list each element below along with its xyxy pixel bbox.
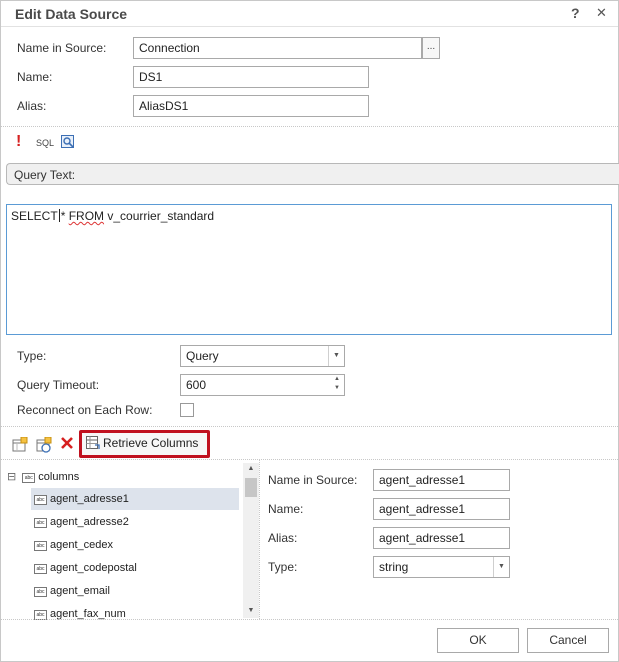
chevron-down-icon[interactable]: ▼ — [493, 557, 509, 577]
string-type-icon: abc — [34, 518, 47, 528]
type-select[interactable]: Query ▼ — [180, 345, 345, 367]
string-type-icon: abc — [22, 473, 36, 483]
alias-label: Alias: — [17, 99, 47, 113]
string-type-icon: abc — [34, 564, 47, 574]
run-icon[interactable]: ! — [16, 133, 21, 151]
tree-column-item[interactable]: abc agent_codepostal — [31, 557, 239, 579]
close-button[interactable]: ✕ — [596, 5, 607, 21]
divider — [1, 126, 618, 127]
chevron-down-icon[interactable]: ▼ — [328, 346, 344, 366]
tree-root[interactable]: ⊟ abc columns — [7, 466, 79, 488]
alias-field[interactable]: AliasDS1 — [133, 95, 369, 117]
query-text-header: Query Text: — [6, 163, 619, 185]
divider — [1, 459, 618, 460]
column-alias-field[interactable]: agent_adresse1 — [373, 527, 510, 549]
browse-source-button[interactable]: ... — [422, 37, 440, 59]
query-builder-icon[interactable] — [61, 135, 75, 149]
title-bar: Edit Data Source ? ✕ — [1, 1, 618, 27]
column-alias-label: Alias: — [268, 531, 298, 545]
retrieve-columns-icon — [86, 436, 100, 450]
ok-button[interactable]: OK — [437, 628, 519, 653]
divider — [1, 426, 618, 427]
name-label: Name: — [17, 70, 53, 84]
query-text-table: v_courrier_standard — [104, 209, 215, 223]
new-calculated-column-icon[interactable] — [36, 436, 52, 453]
name-in-source-field[interactable]: Connection — [133, 37, 422, 59]
string-type-icon: abc — [34, 587, 47, 597]
edit-data-source-dialog: Edit Data Source ? ✕ Name in Source: Con… — [0, 0, 619, 662]
tree-column-label: agent_adresse2 — [50, 516, 129, 528]
cancel-button[interactable]: Cancel — [527, 628, 609, 653]
new-column-icon[interactable] — [12, 436, 28, 453]
string-type-icon: abc — [34, 495, 47, 505]
type-label: Type: — [17, 349, 47, 363]
name-in-source-label: Name in Source: — [17, 41, 107, 55]
column-name-in-source-label: Name in Source: — [268, 473, 358, 487]
tree-column-item[interactable]: abc agent_fax_num — [31, 603, 239, 620]
column-name-in-source-field[interactable]: agent_adresse1 — [373, 469, 510, 491]
name-field[interactable]: DS1 — [133, 66, 369, 88]
tree-column-item[interactable]: abc agent_adresse1 — [31, 488, 239, 510]
tree-column-label: agent_adresse1 — [50, 493, 129, 505]
column-name-label: Name: — [268, 502, 304, 516]
tree-column-label: agent_cedex — [50, 539, 113, 551]
column-type-label: Type: — [268, 560, 298, 574]
divider — [1, 619, 618, 620]
column-type-value: string — [379, 560, 409, 574]
query-timeout-field[interactable]: 600 ▲ ▼ — [180, 374, 345, 396]
text-cursor — [58, 209, 60, 222]
tree-column-item[interactable]: abc agent_adresse2 — [31, 511, 239, 533]
column-name-field[interactable]: agent_adresse1 — [373, 498, 510, 520]
help-button[interactable]: ? — [571, 5, 580, 21]
type-select-value: Query — [186, 349, 219, 363]
query-text-select: SELECT — [11, 209, 58, 223]
query-text-from: FROM — [68, 209, 105, 223]
sql-icon[interactable]: SQL — [36, 138, 54, 148]
columns-tree: ⊟ abc columns abc agent_adresse1 abc agent_a… — [1, 463, 259, 620]
tree-column-item[interactable]: abc agent_cedex — [31, 534, 239, 556]
scroll-thumb[interactable] — [245, 478, 257, 497]
tree-column-label: agent_email — [50, 585, 110, 597]
delete-icon[interactable] — [60, 436, 74, 450]
tree-column-item[interactable]: abc agent_email — [31, 580, 239, 602]
tree-root-label: columns — [38, 471, 80, 483]
collapse-icon[interactable]: ⊟ — [7, 471, 16, 483]
column-type-select[interactable]: string ▼ — [373, 556, 510, 578]
tree-column-label: agent_codepostal — [50, 562, 137, 574]
string-type-icon: abc — [34, 541, 47, 551]
query-text-star: * — [60, 209, 69, 223]
retrieve-columns-button[interactable]: Retrieve Columns — [79, 430, 210, 458]
reconnect-label: Reconnect on Each Row: — [17, 403, 153, 417]
query-timeout-label: Query Timeout: — [17, 378, 100, 392]
panel-divider — [259, 459, 260, 619]
dialog-title: Edit Data Source — [15, 6, 128, 22]
retrieve-columns-label: Retrieve Columns — [103, 436, 199, 450]
spinner-arrows-icon[interactable]: ▲ ▼ — [330, 375, 344, 395]
scroll-up-icon[interactable]: ▲ — [243, 463, 259, 475]
query-timeout-value: 600 — [186, 378, 207, 392]
tree-scrollbar[interactable]: ▲ ▼ — [243, 463, 259, 618]
query-text-editor[interactable]: SELECT * FROM v_courrier_standard — [6, 204, 612, 335]
scroll-down-icon[interactable]: ▼ — [243, 605, 259, 617]
reconnect-checkbox[interactable] — [180, 403, 194, 417]
